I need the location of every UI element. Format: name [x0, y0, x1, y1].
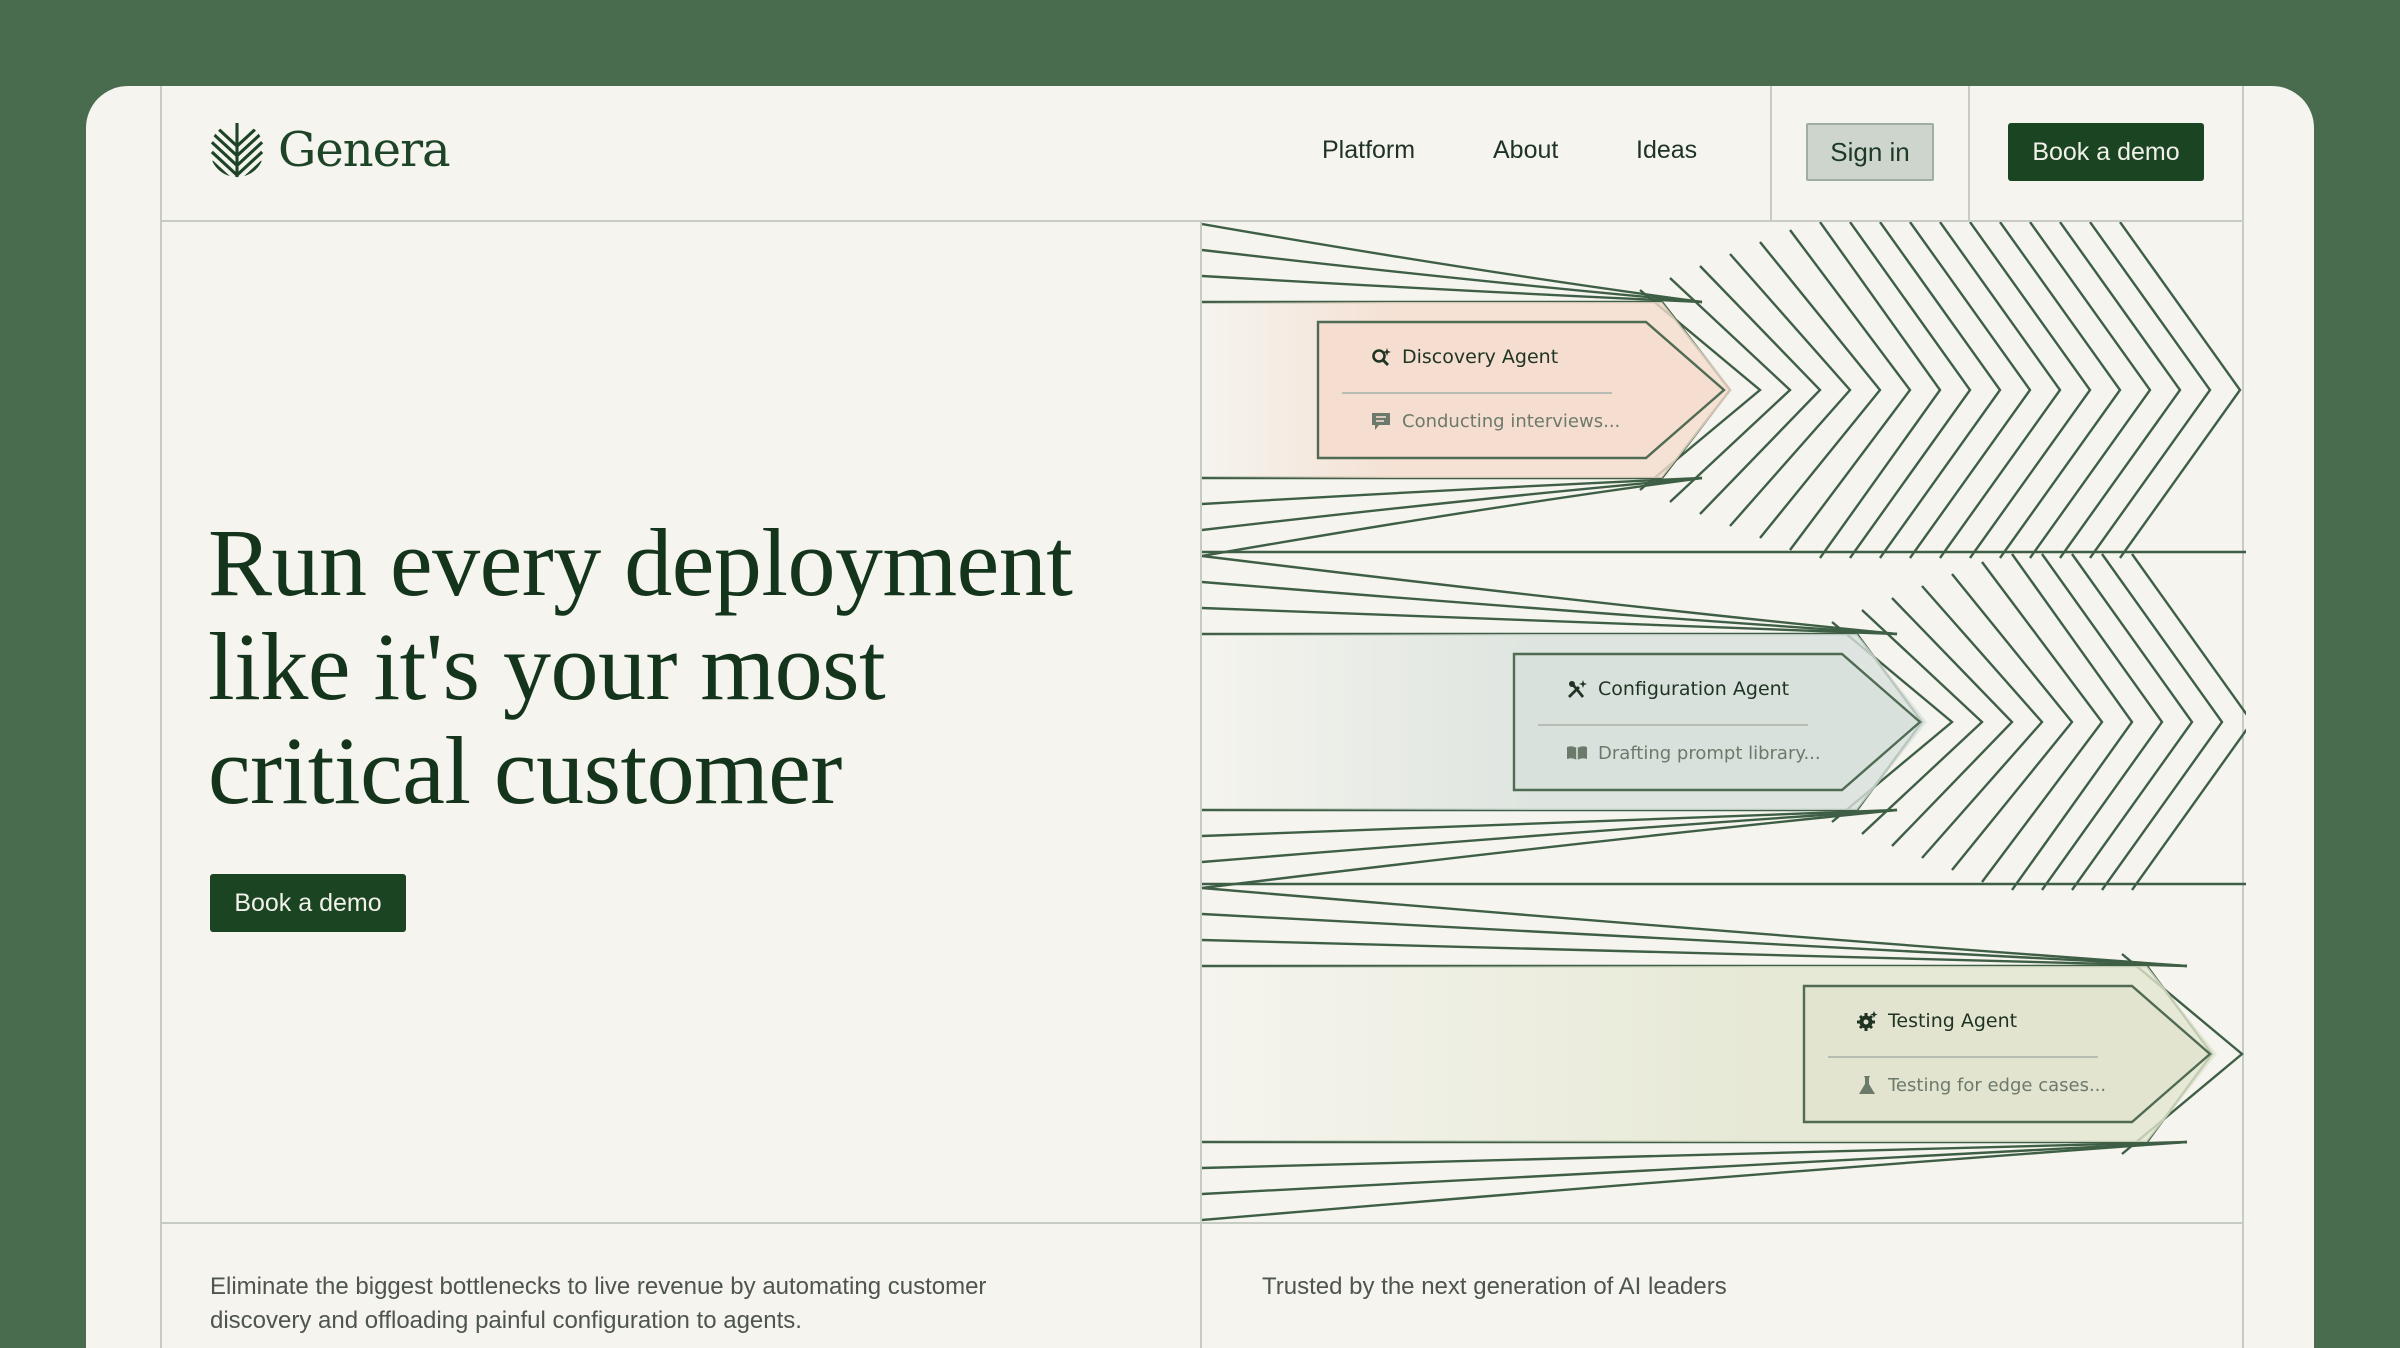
book-demo-header-button[interactable]: Book a demo — [2008, 123, 2204, 181]
description-line: discovery and offloading painful configu… — [210, 1307, 802, 1334]
card-shape — [1512, 652, 1922, 792]
grid-line — [1968, 86, 1970, 222]
description-line: Eliminate the biggest bottlenecks to liv… — [210, 1273, 987, 1300]
testing-agent-card[interactable]: Testing Agent Testing for edge cases... — [1802, 982, 2214, 1126]
card-title-text: Discovery Agent — [1402, 346, 1559, 368]
card-status-text: Conducting interviews... — [1402, 410, 1621, 432]
grid-line — [160, 86, 162, 1348]
chat-icon — [1372, 413, 1390, 430]
browser-window: Genera Platform About Ideas Sign in Book… — [86, 86, 2314, 1348]
headline-line: critical customer — [208, 717, 842, 824]
trusted-by-text: Trusted by the next generation of AI lea… — [1262, 1273, 1727, 1300]
search-sparkle-icon — [1372, 348, 1391, 366]
card-divider — [1342, 392, 1612, 394]
nav-link-about[interactable]: About — [1493, 136, 1558, 165]
card-divider — [1538, 724, 1808, 726]
book-icon — [1567, 746, 1587, 760]
grid-line — [1770, 86, 1772, 222]
card-title-text: Configuration Agent — [1598, 678, 1790, 700]
card-shape — [1316, 320, 1726, 460]
brand-name: Genera — [278, 122, 451, 178]
nav-link-platform[interactable]: Platform — [1322, 136, 1415, 165]
configuration-agent-card[interactable]: Configuration Agent Drafting prompt libr… — [1512, 650, 1924, 794]
leaf-logo-icon — [210, 122, 264, 178]
card-divider — [1828, 1056, 2098, 1058]
hero-description: Eliminate the biggest bottlenecks to liv… — [210, 1270, 1160, 1338]
card-title-text: Testing Agent — [1888, 1010, 2018, 1032]
flask-icon — [1859, 1076, 1875, 1094]
gear-icon — [1857, 1011, 1878, 1031]
book-demo-hero-button[interactable]: Book a demo — [210, 874, 406, 932]
card-status-text: Drafting prompt library... — [1598, 742, 1821, 764]
wrench-sparkle-icon — [1568, 680, 1587, 698]
hero-headline: Run every deployment like it's your most… — [208, 511, 1108, 823]
agents-illustration: Discovery Agent Conducting interviews...… — [1202, 222, 2246, 1222]
logo[interactable]: Genera — [208, 120, 451, 180]
sign-in-button[interactable]: Sign in — [1806, 123, 1934, 181]
discovery-agent-card[interactable]: Discovery Agent Conducting interviews... — [1316, 318, 1728, 462]
hero-divider — [160, 1222, 2244, 1224]
card-status-text: Testing for edge cases... — [1888, 1074, 2107, 1096]
headline-line: like it's your most — [208, 613, 886, 720]
nav-link-ideas[interactable]: Ideas — [1636, 136, 1697, 165]
card-shape — [1802, 984, 2212, 1124]
headline-line: Run every deployment — [208, 509, 1073, 616]
